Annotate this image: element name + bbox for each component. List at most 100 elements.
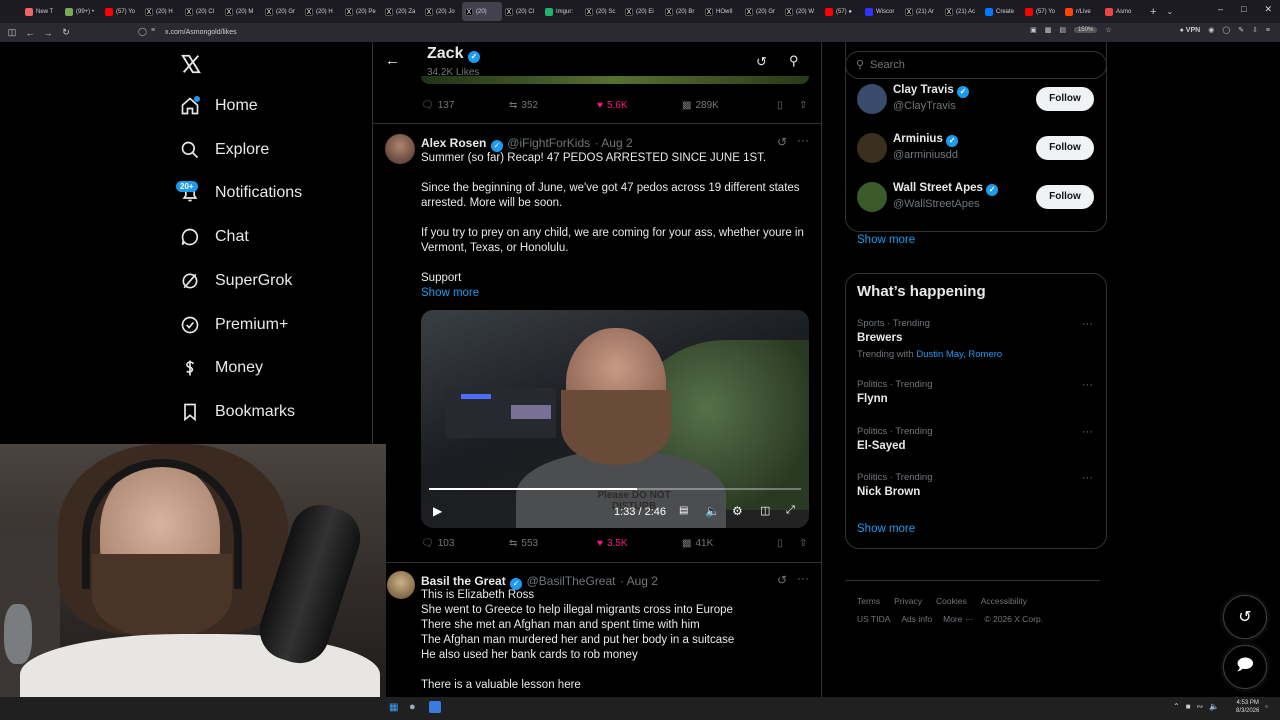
browser-tab[interactable]: X (20) H: [142, 2, 182, 21]
avatar[interactable]: [385, 134, 415, 164]
footer-link[interactable]: © 2026 X Corp.: [984, 614, 1043, 624]
grok-floating-button[interactable]: ↺: [1223, 595, 1267, 639]
follow-button[interactable]: Follow: [1036, 136, 1094, 160]
browser-tab[interactable]: X (21) Ac: [942, 2, 982, 21]
footer-link[interactable]: Cookies: [936, 596, 967, 606]
tweet-author-handle[interactable]: @iFightForKids: [507, 136, 590, 150]
retweet-button[interactable]: ⇆ 352: [509, 100, 597, 111]
browser-tab[interactable]: X HOwII: [702, 2, 742, 21]
browser-tab[interactable]: X (20) Ei: [622, 2, 662, 21]
tray-app-icon[interactable]: ■: [1186, 702, 1191, 711]
footer-link[interactable]: Terms: [857, 596, 880, 606]
pip-icon[interactable]: ▤: [1059, 26, 1066, 34]
browser-tab[interactable]: Wiscor: [862, 2, 902, 21]
address-bar[interactable]: x.com/Asmongold/likes: [165, 26, 1045, 39]
trend-name[interactable]: Flynn: [857, 393, 888, 405]
tab-list-chevron-icon[interactable]: ⌄: [1166, 7, 1173, 16]
like-button[interactable]: ♥ 3.5K: [597, 538, 682, 549]
retweet-button[interactable]: ⇆ 553: [509, 538, 597, 549]
avatar[interactable]: [857, 133, 887, 163]
views-button[interactable]: ▩ 289K: [682, 100, 777, 111]
more-options-icon[interactable]: ···: [1082, 379, 1093, 391]
tweet-author-name[interactable]: Basil the Great: [421, 574, 506, 588]
browser-tab[interactable]: X (20) Jo: [422, 2, 462, 21]
captions-icon[interactable]: ▤: [679, 505, 688, 516]
back-arrow-icon[interactable]: ←: [385, 52, 400, 69]
footer-link[interactable]: More ···: [943, 614, 973, 624]
browser-tab[interactable]: (57) Yo: [102, 2, 142, 21]
more-options-icon[interactable]: ···: [1082, 318, 1093, 330]
bookmark-icon[interactable]: ▯: [777, 538, 799, 549]
browser-tab[interactable]: New T: [22, 2, 62, 21]
nav-item-explore[interactable]: Explore: [180, 140, 269, 160]
video-progress-track[interactable]: [429, 488, 801, 490]
extensions-icon[interactable]: ✎: [1238, 26, 1244, 34]
chat-floating-button[interactable]: 🗩: [1223, 645, 1267, 689]
zoom-indicator[interactable]: 150%: [1073, 27, 1098, 33]
vpn-button[interactable]: ● VPN: [1180, 27, 1201, 34]
browser-tab[interactable]: X (20) Za: [382, 2, 422, 21]
shield-icon[interactable]: ◯: [138, 27, 147, 36]
trend-related-names[interactable]: Dustin May, Romero: [916, 349, 1002, 360]
new-tab-button[interactable]: +: [1150, 6, 1156, 18]
follow-suggestion-handle[interactable]: @ClayTravis: [893, 100, 956, 112]
maximize-button[interactable]: □: [1241, 4, 1246, 15]
forward-icon[interactable]: →: [39, 28, 57, 38]
browser-tab[interactable]: X (20) M: [222, 2, 262, 21]
bookmark-star-icon[interactable]: ☆: [1105, 26, 1111, 34]
volume-icon[interactable]: 🔈: [705, 504, 720, 518]
screenshot-icon[interactable]: ▩: [1045, 26, 1052, 34]
sidebar-toggle-icon[interactable]: ◫: [3, 27, 21, 38]
grok-icon[interactable]: ↺: [777, 135, 787, 149]
browser-tab[interactable]: X (20) Gr: [262, 2, 302, 21]
settings-gear-icon[interactable]: ⚙: [732, 504, 743, 518]
browser-tab[interactable]: (57) Yo: [1022, 2, 1062, 21]
grok-icon[interactable]: ↺: [777, 573, 787, 587]
reload-icon[interactable]: ↻: [57, 27, 75, 38]
fullscreen-icon[interactable]: ⤢: [786, 504, 795, 517]
more-options-icon[interactable]: ···: [1082, 472, 1093, 484]
browser-tab[interactable]: X (20) Br: [662, 2, 702, 21]
browser-tab[interactable]: X (20) Cl: [182, 2, 222, 21]
avatar[interactable]: [857, 182, 887, 212]
follow-suggestion-name[interactable]: Arminius ✓: [893, 133, 959, 147]
show-more-link[interactable]: Show more: [857, 234, 915, 246]
show-more-link[interactable]: Show more: [421, 286, 811, 301]
steam-icon[interactable]: ●: [409, 701, 416, 713]
tweet[interactable]: Basil the Great ✓ @BasilTheGreat · Aug 2…: [373, 563, 821, 697]
downloads-icon[interactable]: ⇩: [1252, 26, 1258, 34]
tweet-author-name[interactable]: Alex Rosen: [421, 136, 486, 150]
wifi-icon[interactable]: ∾: [1197, 702, 1204, 711]
more-options-icon[interactable]: ···: [797, 571, 809, 585]
follow-suggestion-name[interactable]: Wall Street Apes ✓: [893, 182, 999, 196]
notification-center-icon[interactable]: ▫: [1265, 702, 1268, 711]
tweet-date[interactable]: · Aug 2: [620, 574, 658, 588]
x-logo-icon[interactable]: [180, 53, 202, 75]
browser-tab[interactable]: X (21) Ar: [902, 2, 942, 21]
footer-link[interactable]: Privacy: [894, 596, 922, 606]
windows-start-icon[interactable]: ▦: [389, 702, 398, 713]
follow-suggestion-handle[interactable]: @arminiusdd: [893, 149, 958, 161]
browser-tab[interactable]: X (20) H: [302, 2, 342, 21]
nav-item-home[interactable]: Home: [180, 96, 258, 116]
menu-icon[interactable]: ≡: [1266, 27, 1270, 34]
nav-item-chat[interactable]: Chat: [180, 227, 249, 247]
browser-tab[interactable]: X (20) Pe: [342, 2, 382, 21]
views-button[interactable]: ▩ 41K: [682, 538, 777, 549]
close-window-button[interactable]: ✕: [1264, 4, 1272, 15]
follow-suggestion-name[interactable]: Clay Travis ✓: [893, 84, 969, 98]
avatar[interactable]: [857, 84, 887, 114]
app-icon[interactable]: [429, 701, 441, 713]
pip-icon[interactable]: ◫: [760, 504, 770, 517]
trend-name[interactable]: Nick Brown: [857, 486, 920, 498]
browser-tab[interactable]: (99+) •: [62, 2, 102, 21]
speaker-icon[interactable]: 🔈: [1209, 702, 1219, 711]
more-options-icon[interactable]: ···: [1082, 426, 1093, 438]
search-icon[interactable]: ⚲: [789, 53, 799, 69]
nav-item-premium[interactable]: Premium+: [180, 315, 288, 335]
tweet-video[interactable]: Please DO NOT DISTURB ▶ 1:33 / 2:46 ▤ 🔈 …: [421, 310, 809, 528]
nav-item-money[interactable]: Money: [180, 358, 263, 378]
follow-suggestion-handle[interactable]: @WallStreetApes: [893, 198, 980, 210]
clock[interactable]: 4:53 PM 8/3/2026: [1236, 699, 1259, 715]
browser-tab[interactable]: X (20) Cl: [502, 2, 542, 21]
